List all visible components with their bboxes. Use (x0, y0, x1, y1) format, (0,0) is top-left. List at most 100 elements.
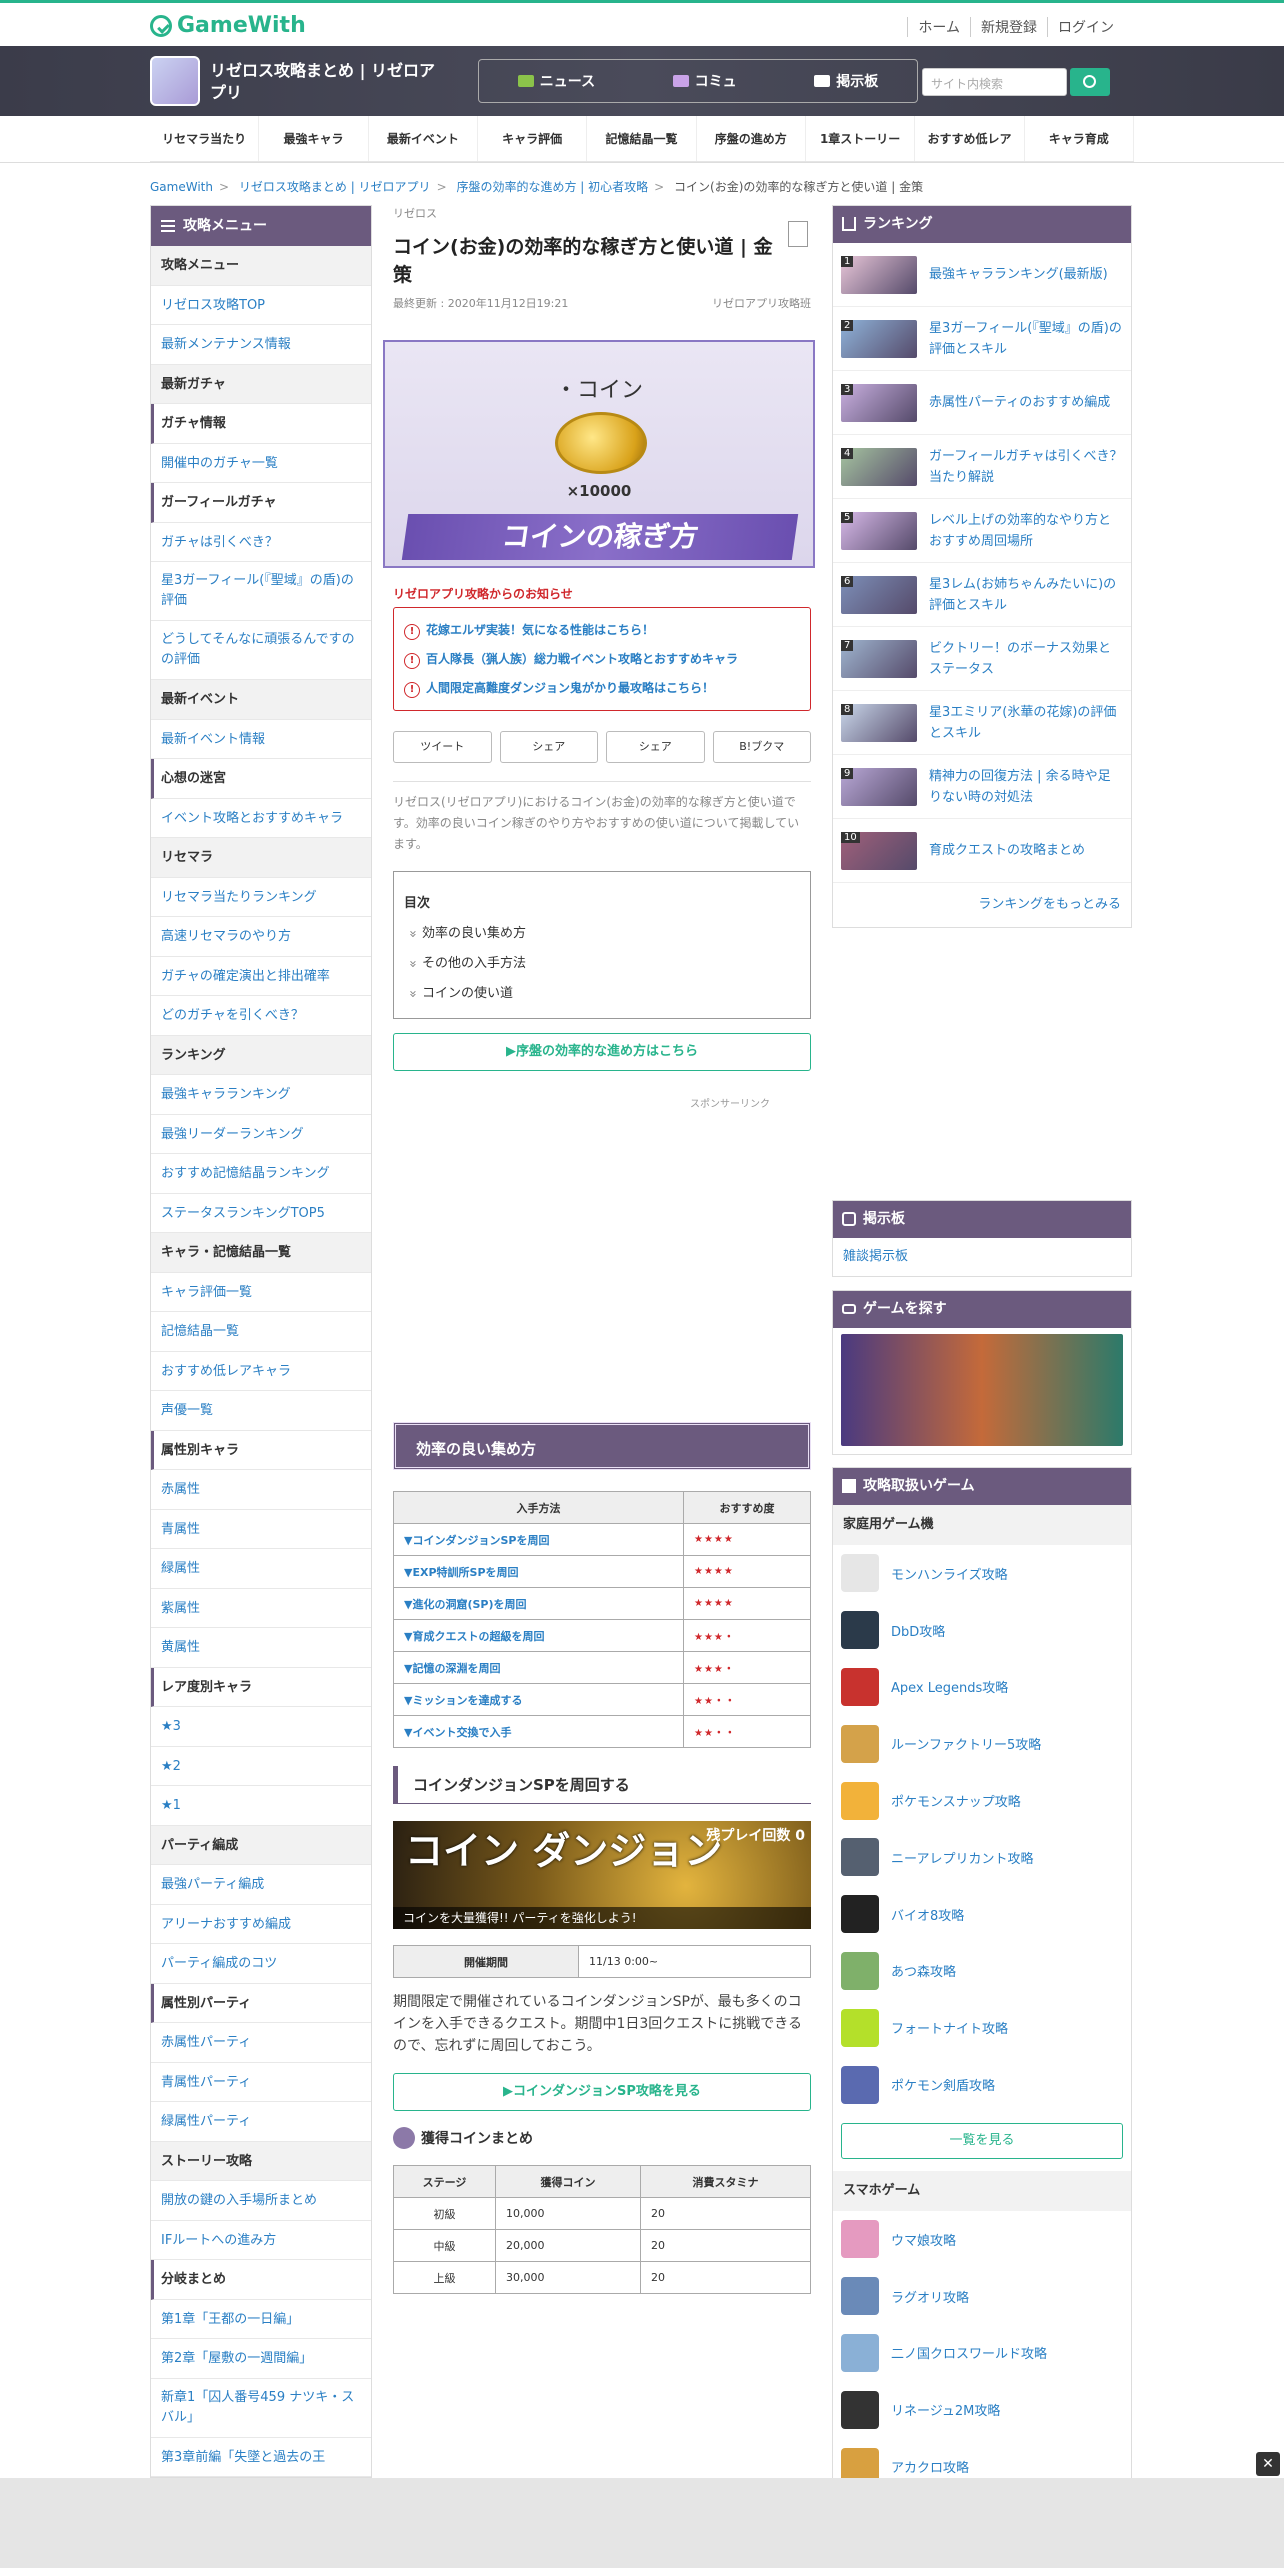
game-link[interactable]: リネージュ2M攻略 (833, 2381, 1131, 2438)
game-link[interactable]: Apex Legends攻略 (833, 1659, 1131, 1716)
ranking-item[interactable]: 2 星3ガーフィール(『聖域』の盾)の評価とスキル (833, 307, 1131, 371)
game-icon[interactable] (150, 56, 200, 106)
method-link[interactable]: ▼ミッションを達成する (393, 1683, 684, 1716)
catnav-item[interactable]: 記憶結晶一覧 (587, 116, 697, 161)
catnav-item[interactable]: 序盤の進め方 (697, 116, 806, 161)
method-link[interactable]: ▼コインダンジョンSPを周回 (393, 1523, 684, 1556)
method-link[interactable]: ▼進化の洞窟(SP)を周回 (393, 1587, 684, 1620)
gamewith-logo[interactable]: GameWith (150, 13, 306, 38)
ranking-item[interactable]: 5 レベル上げの効率的なやり方とおすすめ周回場所 (833, 499, 1131, 563)
notice-link[interactable]: 花嫁エルザ実装！気になる性能はこちら！ (404, 616, 800, 645)
board-tab[interactable]: 掲示板 (814, 71, 878, 91)
ranking-more-link[interactable]: ランキングをもっとみる (833, 883, 1131, 927)
menu-link[interactable]: 記憶結晶一覧 (151, 1312, 371, 1352)
menu-link[interactable]: おすすめ低レアキャラ (151, 1352, 371, 1391)
hatena-bookmark-button[interactable]: B!ブクマ (712, 731, 811, 763)
menu-link[interactable]: 最強パーティ編成 (151, 1865, 371, 1905)
menu-link[interactable]: 紫属性 (151, 1589, 371, 1628)
bookmark-icon[interactable] (788, 221, 808, 247)
beginner-guide-button[interactable]: ▶序盤の効率的な進め方はこちら (393, 1033, 811, 1071)
method-link[interactable]: ▼EXP特訓所SPを周回 (393, 1555, 684, 1588)
breadcrumb-link[interactable]: リゼロス攻略まとめ | リゼロアプリ (239, 180, 431, 194)
ranking-item[interactable]: 4 ガーフィールガチャは引くべき？当たり解説 (833, 435, 1131, 499)
menu-link[interactable]: パーティ編成のコツ (151, 1944, 371, 1984)
catnav-item[interactable]: おすすめ低レア (915, 116, 1025, 161)
game-link[interactable]: ポケモン剣盾攻略 (833, 2056, 1131, 2113)
ranking-item[interactable]: 9 精神力の回復方法 | 余る時や足りない時の対処法 (833, 755, 1131, 819)
toc-item[interactable]: その他の入手方法 (404, 949, 800, 979)
line-share-button[interactable]: シェア (499, 731, 598, 763)
game-link[interactable]: ウマ娘攻略 (833, 2211, 1131, 2268)
menu-link[interactable]: 緑属性 (151, 1549, 371, 1589)
search-button[interactable] (1070, 68, 1110, 96)
menu-link[interactable]: リセマラ当たりランキング (151, 878, 371, 917)
game-link[interactable]: フォートナイト攻略 (833, 1999, 1131, 2056)
tweet-button[interactable]: ツイート (393, 731, 492, 763)
game-link[interactable]: 二ノ国クロスワールド攻略 (833, 2325, 1131, 2382)
toc-item[interactable]: コインの使い道 (404, 979, 800, 1009)
menu-link[interactable]: IFルートへの進み方 (151, 2221, 371, 2260)
game-title[interactable]: リゼロス攻略まとめ | リゼロアプリ (210, 60, 450, 104)
menu-link[interactable]: 赤属性パーティ (151, 2023, 371, 2063)
menu-link[interactable]: 新章1「囚人番号459 ナツキ・スバル」 (151, 2379, 371, 2438)
ranking-item[interactable]: 6 星3レム(お姉ちゃんみたいに)の評価とスキル (833, 563, 1131, 627)
method-link[interactable]: ▼記憶の深淵を周回 (393, 1651, 684, 1684)
ranking-item[interactable]: 7 ビクトリー！のボーナス効果とステータス (833, 627, 1131, 691)
menu-link[interactable]: イベント攻略とおすすめキャラ (151, 799, 371, 838)
menu-link[interactable]: 第2章「屋敷の一週間編」 (151, 2339, 371, 2379)
catnav-item[interactable]: リセマラ当たり (150, 116, 260, 161)
menu-link[interactable]: ステータスランキングTOP5 (151, 1194, 371, 1233)
see-all-button[interactable]: 一覧を見る (841, 2122, 1123, 2159)
catnav-item[interactable]: 1章ストーリー (806, 116, 916, 161)
menu-link[interactable]: どうしてそんなに頑張るんですの の評価 (151, 621, 371, 680)
menu-link[interactable]: アリーナおすすめ編成 (151, 1905, 371, 1944)
game-link[interactable]: ニーアレプリカント攻略 (833, 1829, 1131, 1886)
board-link[interactable]: 雑談掲示板 (833, 1238, 1131, 1276)
menu-link[interactable]: 青属性 (151, 1510, 371, 1549)
menu-link[interactable]: 第1章「王都の一日編」 (151, 2300, 371, 2339)
menu-link[interactable]: 青属性パーティ (151, 2063, 371, 2102)
game-link[interactable]: ポケモンスナップ攻略 (833, 1772, 1131, 1829)
menu-link[interactable]: おすすめ記憶結晶ランキング (151, 1154, 371, 1194)
menu-link[interactable]: 第3章前編「失墜と過去の王 (151, 2438, 371, 2477)
catnav-item[interactable]: 最強キャラ (259, 116, 369, 161)
toc-item[interactable]: 効率の良い集め方 (404, 919, 800, 949)
ranking-item[interactable]: 8 星3エミリア(氷華の花嫁)の評価とスキル (833, 691, 1131, 755)
catnav-item[interactable]: キャラ評価 (478, 116, 588, 161)
notice-link[interactable]: 人間限定高難度ダンジョン鬼がかり最攻略はこちら！ (404, 674, 800, 703)
menu-link[interactable]: 高速リセマラのやり方 (151, 917, 371, 957)
menu-link[interactable]: 最新イベント情報 (151, 720, 371, 759)
breadcrumb-link[interactable]: 序盤の効率的な進め方 | 初心者攻略 (456, 180, 648, 194)
catnav-item[interactable]: キャラ育成 (1025, 116, 1134, 161)
coin-dungeon-guide-button[interactable]: ▶コインダンジョンSP攻略を見る (393, 2073, 811, 2111)
menu-link[interactable]: 最強キャラランキング (151, 1075, 371, 1115)
menu-link[interactable]: ★2 (151, 1747, 371, 1786)
menu-link[interactable]: ガチャの確定演出と排出確率 (151, 957, 371, 996)
search-input[interactable]: サイト内検索 (922, 68, 1067, 96)
ranking-item[interactable]: 1 最強キャラランキング(最新版) (833, 243, 1131, 307)
menu-link[interactable]: リゼロス攻略TOP (151, 286, 371, 325)
menu-link[interactable]: ガチャは引くべき？ (151, 523, 371, 562)
menu-link[interactable]: ★3 (151, 1707, 371, 1747)
facebook-share-button[interactable]: シェア (606, 731, 705, 763)
close-icon[interactable]: ✕ (1256, 2452, 1280, 2476)
menu-link[interactable]: 開放の鍵の入手場所まとめ (151, 2181, 371, 2221)
game-link[interactable]: モンハンライズ攻略 (833, 1545, 1131, 1602)
menu-link[interactable]: ★1 (151, 1786, 371, 1826)
menu-link[interactable]: 星3ガーフィール(『聖域』の盾)の評価 (151, 562, 371, 621)
catnav-item[interactable]: 最新イベント (369, 116, 478, 161)
news-tab[interactable]: ニュース (517, 71, 595, 91)
game-link[interactable]: あつ森攻略 (833, 1943, 1131, 2000)
login-link[interactable]: ログイン (1047, 17, 1124, 37)
breadcrumb-link[interactable]: GameWith (150, 180, 213, 194)
menu-link[interactable]: 黄属性 (151, 1628, 371, 1668)
method-link[interactable]: ▼イベント交換で入手 (393, 1715, 684, 1748)
menu-link[interactable]: キャラ評価一覧 (151, 1273, 371, 1312)
method-link[interactable]: ▼育成クエストの超級を周回 (393, 1619, 684, 1652)
notice-link[interactable]: 百人隊長（猟人族）総力戦イベント攻略とおすすめキャラ (404, 645, 800, 674)
register-link[interactable]: 新規登録 (970, 17, 1047, 37)
game-link[interactable]: バイオ8攻略 (833, 1886, 1131, 1943)
menu-link[interactable]: どのガチャを引くべき？ (151, 996, 371, 1036)
game-link[interactable]: DbD攻略 (833, 1602, 1131, 1659)
game-ad-image[interactable] (841, 1334, 1123, 1446)
